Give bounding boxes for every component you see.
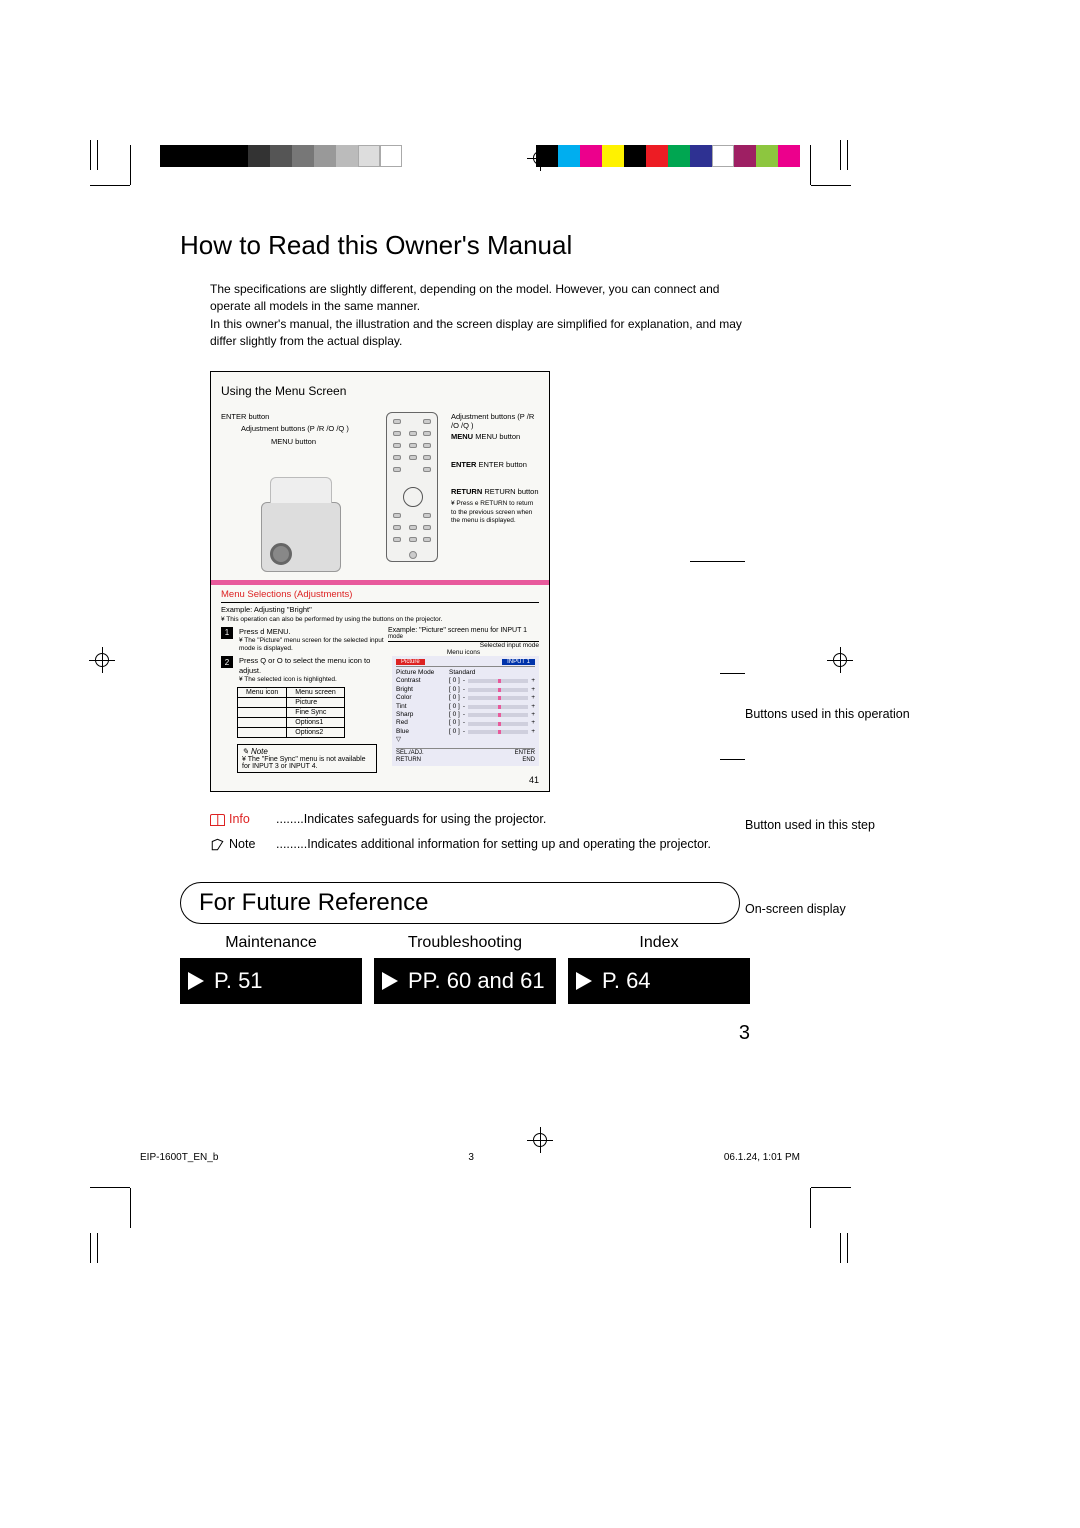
callout-line xyxy=(720,673,745,674)
legend-note-text: .........Indicates additional informatio… xyxy=(276,835,711,854)
page-content: How to Read this Owner's Manual The spec… xyxy=(180,230,750,1045)
reference-columns: Maintenance P. 51 Troubleshooting PP. 60… xyxy=(180,934,750,1004)
registration-cross-icon xyxy=(530,1130,550,1150)
registration-cross-icon xyxy=(92,650,112,670)
registration-cross-icon xyxy=(530,148,550,168)
diagram-section-title: Using the Menu Screen xyxy=(221,384,539,398)
callout-line xyxy=(690,561,745,562)
arrow-right-icon xyxy=(382,972,398,990)
footer-mid: 3 xyxy=(468,1152,474,1163)
ref-page-troubleshooting: PP. 60 and 61 xyxy=(374,958,556,1004)
crop-mark xyxy=(90,1187,130,1188)
example-sub-line: ¥ This operation can also be performed b… xyxy=(221,616,539,623)
diagram-page-number: 41 xyxy=(221,773,539,787)
step-number: 1 xyxy=(221,627,233,639)
arrow-right-icon xyxy=(576,972,592,990)
callout-button-step: Button used in this step xyxy=(745,817,875,834)
print-footer: EIP-1600T_EN_b 3 06.1.24, 1:01 PM xyxy=(140,1152,800,1163)
crop-mark xyxy=(90,1233,130,1268)
legend-info-label: Info xyxy=(210,810,268,829)
crop-mark xyxy=(90,140,130,175)
registration-bw-bar xyxy=(160,145,402,167)
intro-p2: In this owner's manual, the illustration… xyxy=(210,316,750,351)
crop-mark xyxy=(811,1187,851,1188)
legend-info-text: ........Indicates safeguards for using t… xyxy=(276,810,546,829)
menu-table: Menu iconMenu screen Picture Fine Sync O… xyxy=(237,687,345,738)
crop-mark xyxy=(90,185,130,186)
crop-mark xyxy=(130,1188,131,1228)
diagram-red-heading: Menu Selections (Adjustments) xyxy=(221,589,539,603)
note-box: ✎ Note ¥ The "Fine Sync" menu is not ava… xyxy=(237,744,377,773)
example-line: Example: Adjusting "Bright" xyxy=(221,605,539,614)
legend: Info ........Indicates safeguards for us… xyxy=(210,810,750,854)
callout-osd: On-screen display xyxy=(745,901,846,918)
remote-note: ¥ Press e RETURN to return to the previo… xyxy=(451,500,539,524)
ref-title-maintenance: Maintenance xyxy=(180,934,362,952)
example-diagram: Using the Menu Screen ENTER button Adjus… xyxy=(210,371,550,793)
arrow-right-icon xyxy=(188,972,204,990)
projector-illustration xyxy=(261,502,341,572)
projector-label-menu: MENU button xyxy=(271,437,381,447)
footer-timestamp: 06.1.24, 1:01 PM xyxy=(724,1152,800,1163)
divider-bar xyxy=(211,580,549,585)
crop-mark xyxy=(810,1188,811,1228)
ref-title-troubleshooting: Troubleshooting xyxy=(374,934,556,952)
page-title: How to Read this Owner's Manual xyxy=(180,230,750,261)
registration-color-bar xyxy=(536,145,800,167)
legend-note-label: Note xyxy=(210,835,268,854)
intro-text: The specifications are slightly differen… xyxy=(210,281,750,351)
crop-mark xyxy=(811,185,851,186)
note-icon xyxy=(210,837,225,852)
callout-buttons-operation: Buttons used in this operation xyxy=(745,706,910,723)
footer-file: EIP-1600T_EN_b xyxy=(140,1152,218,1163)
future-reference-heading: For Future Reference xyxy=(180,882,740,924)
ref-title-index: Index xyxy=(568,934,750,952)
crop-mark xyxy=(840,1233,880,1268)
crop-mark xyxy=(810,145,811,185)
crop-mark xyxy=(840,140,880,175)
info-icon xyxy=(210,814,225,826)
osd-screenshot: PictureINPUT 1 Picture ModeStandard Cont… xyxy=(392,656,539,766)
remote-label-adjust: Adjustment buttons (P /R /O /Q ) xyxy=(451,412,539,431)
registration-cross-icon xyxy=(830,650,850,670)
remote-illustration xyxy=(386,412,438,562)
ref-page-maintenance: P. 51 xyxy=(180,958,362,1004)
step-number: 2 xyxy=(221,656,233,668)
page-number: 3 xyxy=(180,1022,750,1045)
intro-p1: The specifications are slightly differen… xyxy=(210,281,750,316)
projector-label-enter: ENTER button xyxy=(221,412,381,422)
ref-page-index: P. 64 xyxy=(568,958,750,1004)
projector-label-adjust: Adjustment buttons (P /R /O /Q ) xyxy=(241,424,381,434)
crop-mark xyxy=(130,145,131,185)
callout-line xyxy=(720,759,745,760)
